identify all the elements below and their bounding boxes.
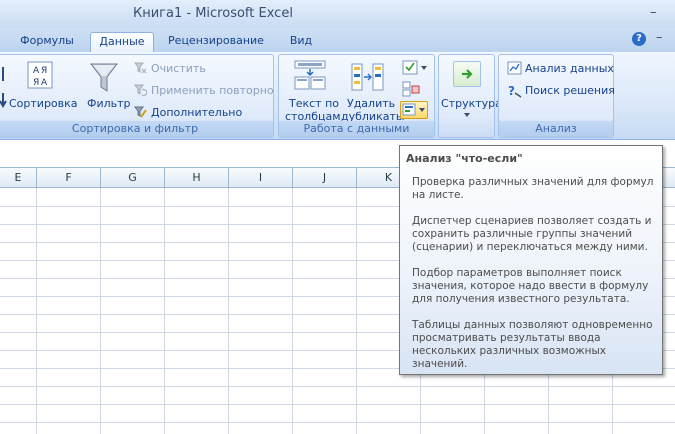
remove-duplicates-label-1[interactable]: Удалить <box>347 97 395 110</box>
advanced-button[interactable]: Дополнительно <box>151 106 242 119</box>
ribbon: А Я Я А Сортировка Фильтр Очистить Приме… <box>0 52 675 140</box>
tooltip-paragraph: Проверка различных значений для формул н… <box>412 176 654 201</box>
data-validation-icon[interactable] <box>402 60 430 76</box>
solver-icon: ? <box>508 84 522 98</box>
help-icon[interactable]: ? <box>632 32 646 46</box>
tooltip-paragraph: Диспетчер сценариев позволяет создать и … <box>412 215 652 253</box>
ribbon-tabs: Формулы Данные Рецензирование Вид ? – <box>0 28 675 52</box>
consolidate-icon[interactable] <box>402 81 420 97</box>
grid-line <box>0 404 675 405</box>
clear-filter-icon <box>134 62 147 74</box>
title-bar: Книга1 - Microsoft Excel – <box>0 0 675 28</box>
what-if-icon <box>402 103 425 116</box>
group-outline: Структура <box>438 54 502 138</box>
data-analysis-icon <box>507 61 522 75</box>
what-if-analysis-button[interactable] <box>400 101 428 119</box>
grid-line <box>0 422 675 423</box>
minimize-button[interactable]: – <box>650 5 657 20</box>
group-label-sort-filter: Сортировка и фильтр <box>0 121 273 137</box>
svg-text:А: А <box>33 66 40 76</box>
clear-button[interactable]: Очистить <box>151 62 206 75</box>
reapply-button[interactable]: Применить повторно <box>151 84 274 97</box>
ribbon-minimize-button[interactable]: – <box>656 30 663 45</box>
tooltip-paragraph: Подбор параметров выполняет поиск значен… <box>412 267 649 305</box>
grid-line <box>0 386 675 387</box>
column-header-f[interactable]: F <box>37 168 101 188</box>
tooltip-title: Анализ "что-если" <box>406 152 523 165</box>
tab-formulas[interactable]: Формулы <box>14 32 80 52</box>
tab-view[interactable]: Вид <box>280 32 322 52</box>
reapply-icon <box>134 84 147 97</box>
svg-text:?: ? <box>508 84 515 98</box>
filter-button[interactable]: Фильтр <box>87 97 131 110</box>
column-header-e[interactable]: E <box>0 168 37 188</box>
text-to-columns-label-1[interactable]: Текст по <box>289 97 339 110</box>
sort-arrows-icon[interactable] <box>0 65 7 109</box>
group-data-tools: Текст по столбцам Удалить дубликаты Рабо… <box>278 54 435 138</box>
group-label-analysis: Анализ <box>499 121 613 137</box>
column-header-i[interactable]: I <box>229 168 293 188</box>
outline-icon-box[interactable] <box>453 61 481 87</box>
svg-text:Я: Я <box>33 78 39 88</box>
tooltip-paragraph: Таблицы данных позволяют одновременно пр… <box>412 319 653 370</box>
outline-dropdown-icon[interactable] <box>463 112 471 118</box>
remove-duplicates-icon[interactable] <box>351 63 385 91</box>
group-analysis: Анализ данных ? Поиск решения Анализ <box>498 54 615 138</box>
sort-az-icon[interactable]: А Я Я А <box>27 61 53 89</box>
outline-button[interactable]: Структура <box>441 97 502 110</box>
tab-review[interactable]: Рецензирование <box>164 32 268 52</box>
solver-button[interactable]: Поиск решения <box>525 84 615 97</box>
svg-text:Я: Я <box>41 66 47 76</box>
column-header-g[interactable]: G <box>101 168 165 188</box>
advanced-filter-icon <box>134 106 147 118</box>
what-if-tooltip: Анализ "что-если" Проверка различных зна… <box>399 145 663 375</box>
window-title: Книга1 - Microsoft Excel <box>133 6 293 21</box>
column-header-j[interactable]: J <box>293 168 357 188</box>
group-label-data-tools: Работа с данными <box>279 121 434 137</box>
svg-text:А: А <box>41 78 48 88</box>
tab-data[interactable]: Данные <box>90 32 154 52</box>
data-analysis-button[interactable]: Анализ данных <box>525 62 614 75</box>
sort-button[interactable]: Сортировка <box>9 97 78 110</box>
filter-funnel-icon[interactable] <box>89 61 119 95</box>
column-header-h[interactable]: H <box>165 168 229 188</box>
text-to-columns-icon[interactable] <box>293 59 327 91</box>
group-sort-filter: А Я Я А Сортировка Фильтр Очистить Приме… <box>0 54 274 138</box>
outline-arrow-icon <box>462 69 473 79</box>
